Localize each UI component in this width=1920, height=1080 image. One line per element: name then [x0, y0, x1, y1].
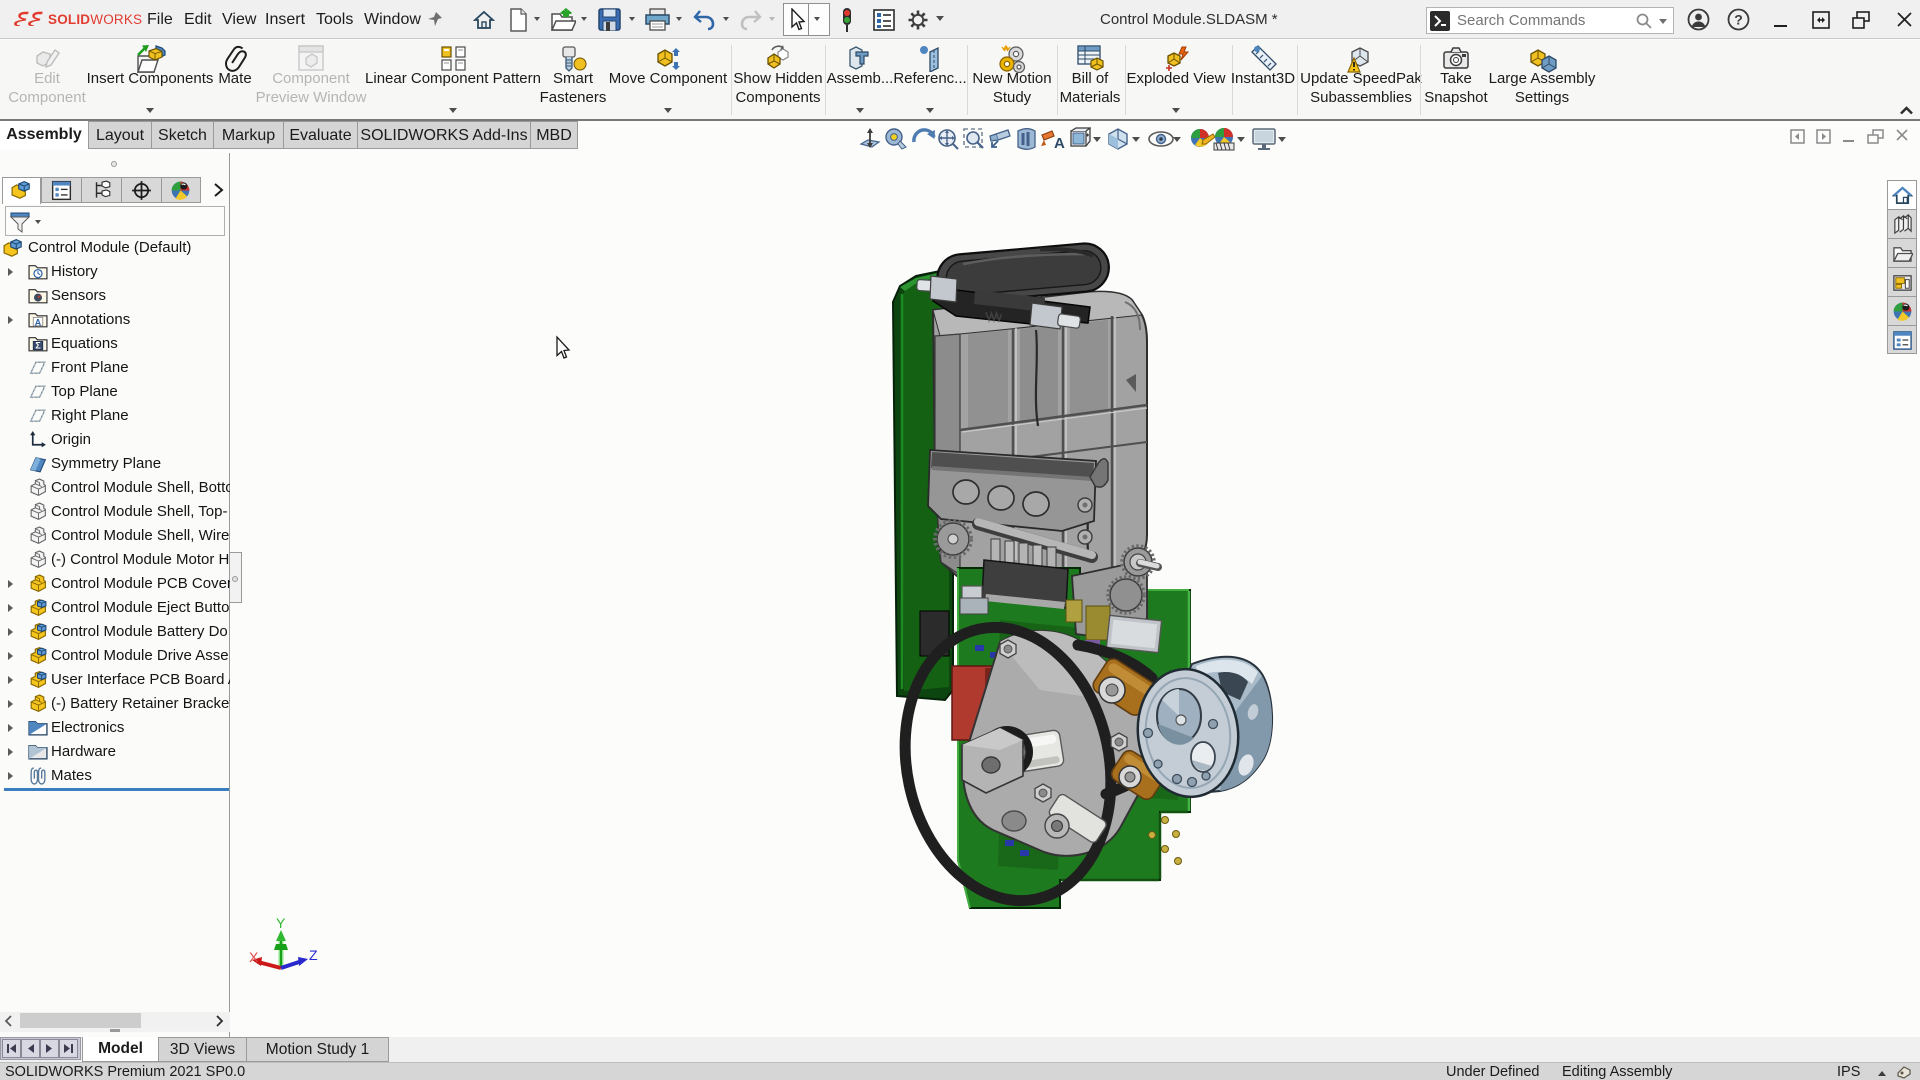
- svg-text:SOLIDWORKS: SOLIDWORKS: [48, 12, 142, 27]
- svg-text:A: A: [1054, 135, 1065, 151]
- svg-text:?: ?: [1734, 12, 1743, 28]
- svg-text:Z: Z: [309, 947, 318, 963]
- svg-text:Y: Y: [276, 915, 286, 931]
- svg-text:X: X: [249, 949, 259, 965]
